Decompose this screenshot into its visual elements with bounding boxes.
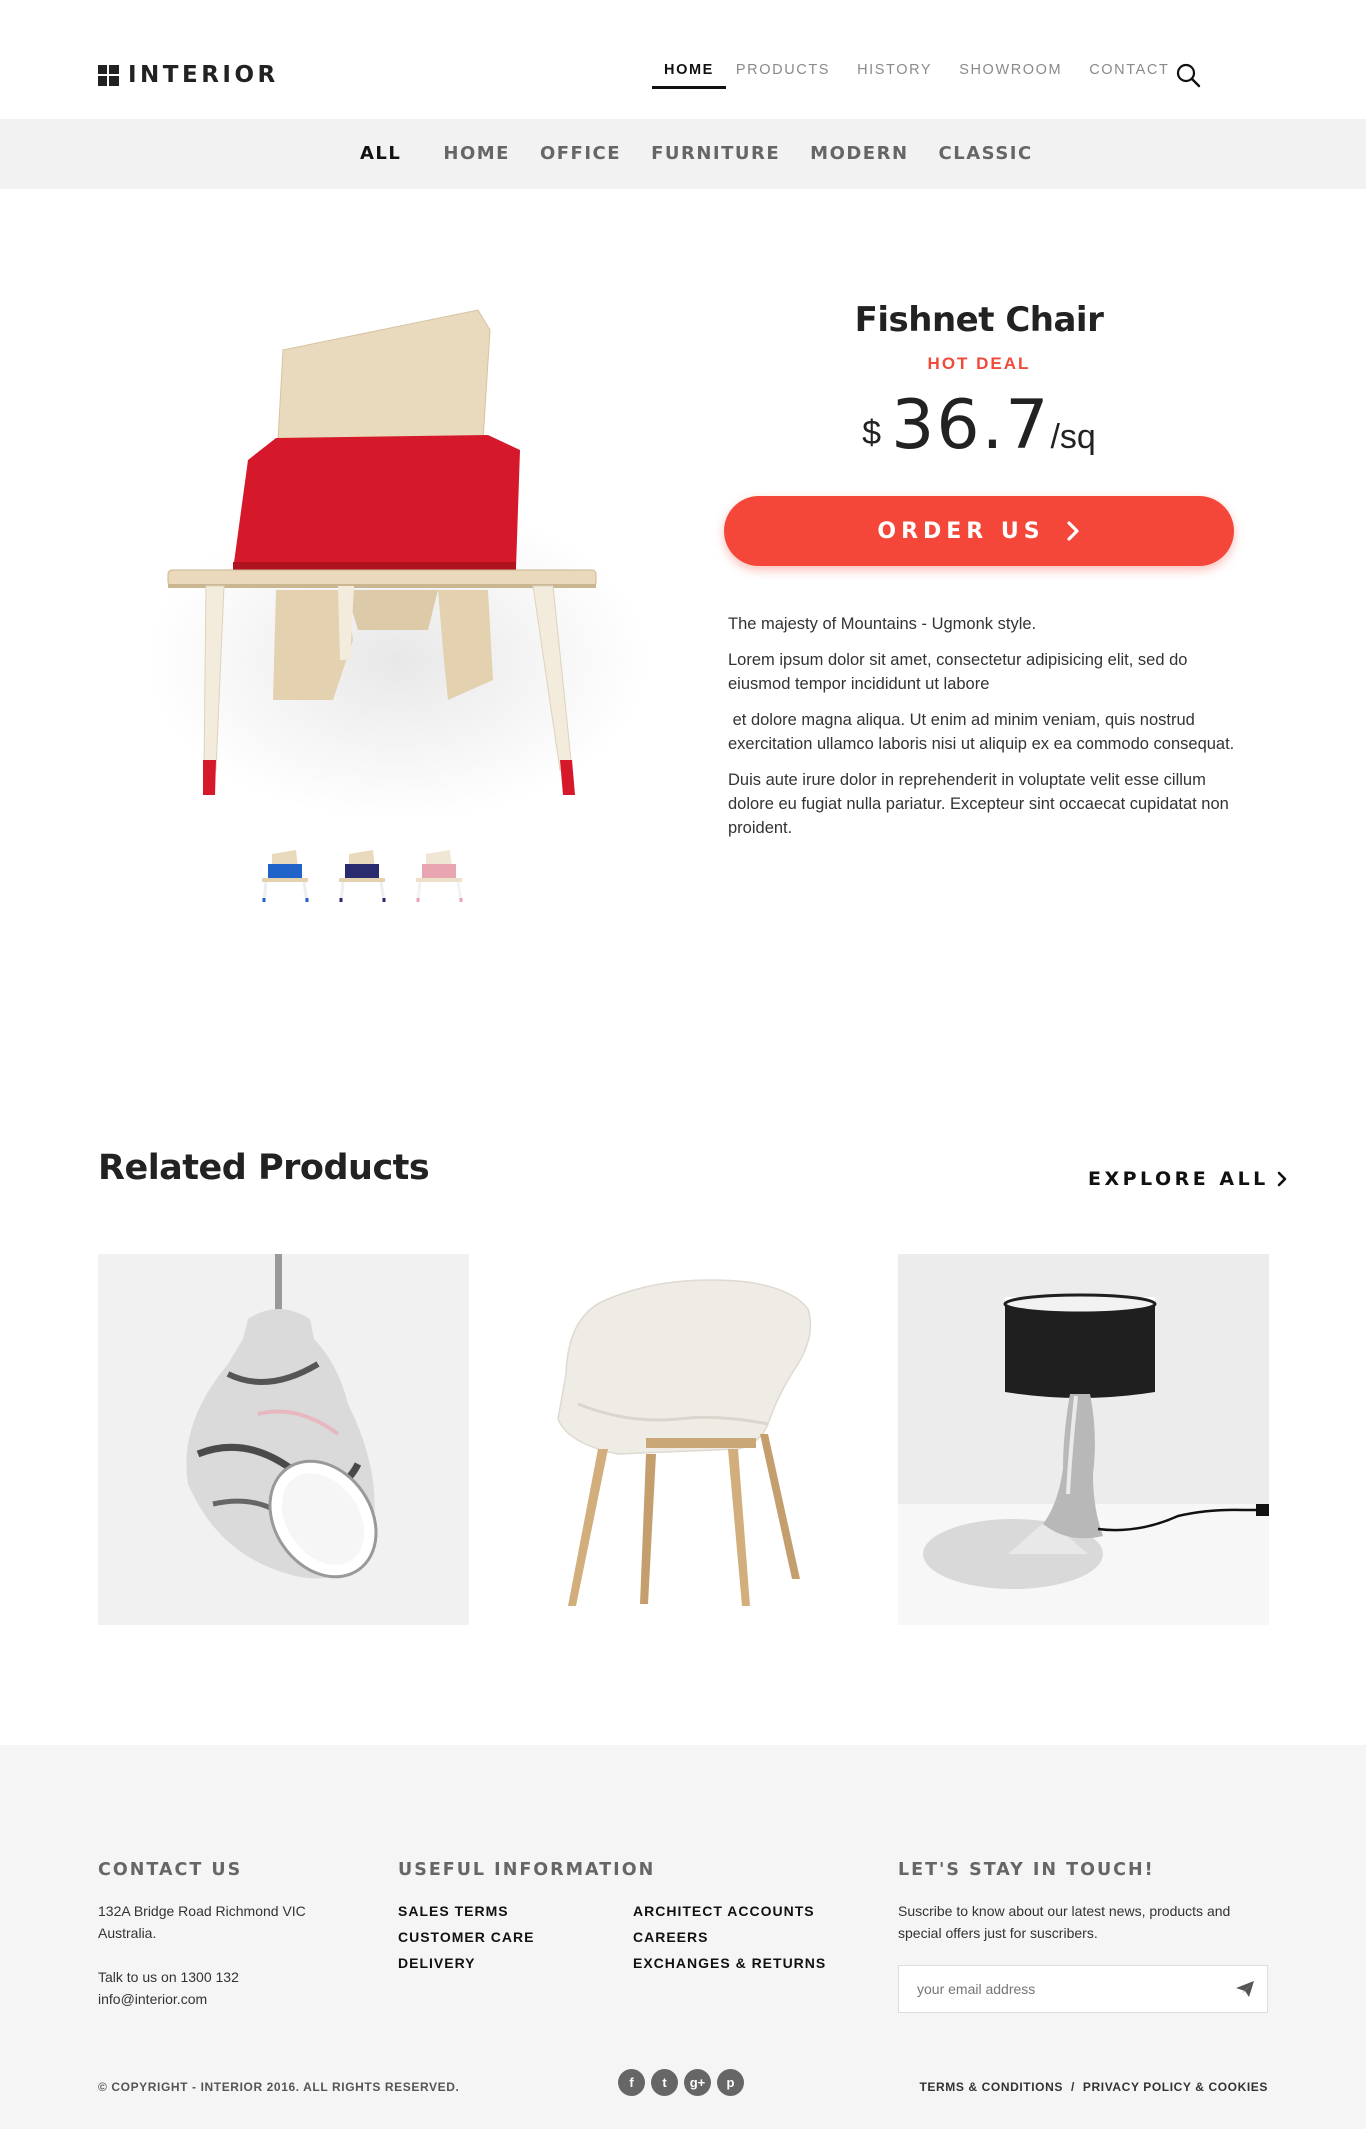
nav-contact[interactable]: CONTACT <box>1089 62 1169 78</box>
footer-link-exchanges-returns[interactable]: EXCHANGES & RETURNS <box>633 1955 826 1971</box>
order-button[interactable]: ORDER US <box>724 496 1234 566</box>
thumbnail-navy[interactable] <box>331 840 393 912</box>
footer-link-customer-care[interactable]: CUSTOMER CARE <box>398 1929 534 1945</box>
logo[interactable]: INTERIOR <box>98 62 279 88</box>
nav-history[interactable]: HISTORY <box>857 62 932 78</box>
contact-phone[interactable]: Talk to us on 1300 132 <box>98 1966 239 1988</box>
hot-deal-badge: HOT DEAL <box>927 354 1031 373</box>
category-filter-bar: ALL HOME OFFICE FURNITURE MODERN CLASSIC <box>0 119 1366 189</box>
contact-heading: CONTACT US <box>98 1860 243 1880</box>
facebook-icon[interactable]: f <box>618 2069 645 2096</box>
category-classic[interactable]: CLASSIC <box>939 143 1033 164</box>
product-description: The majesty of Mountains - Ugmonk style.… <box>728 612 1238 852</box>
description-paragraph: et dolore magna aliqua. Ut enim ad minim… <box>728 711 1235 753</box>
category-all[interactable]: ALL <box>360 143 401 164</box>
product-title: Fishnet Chair <box>854 300 1104 340</box>
explore-all-link[interactable]: EXPLORE ALL <box>1088 1168 1287 1190</box>
contact-address-line: Australia. <box>98 1925 157 1941</box>
terms-link[interactable]: TERMS & CONDITIONS <box>919 2080 1062 2094</box>
contact-email[interactable]: info@interior.com <box>98 1988 207 2010</box>
related-product-table-lamp[interactable] <box>898 1254 1269 1625</box>
product-main-image <box>98 300 668 820</box>
thumbnail-blue[interactable] <box>254 840 316 912</box>
google-plus-icon[interactable]: g+ <box>684 2069 711 2096</box>
related-products-heading: Related Products <box>98 1148 430 1188</box>
contact-address-line: 132A Bridge Road Richmond VIC <box>98 1903 306 1919</box>
newsletter-text: Suscribe to know about our latest news, … <box>898 1903 1231 1919</box>
footer-link-careers[interactable]: CAREERS <box>633 1929 708 1945</box>
site-footer: CONTACT US 132A Bridge Road Richmond VIC… <box>0 1745 1366 2129</box>
footer-link-delivery[interactable]: DELIVERY <box>398 1955 476 1971</box>
nav-home[interactable]: HOME <box>652 62 726 89</box>
main-nav: HOME PRODUCTS HISTORY SHOWROOM CONTACT <box>652 62 1196 89</box>
thumbnail-pink[interactable] <box>408 840 470 912</box>
email-input[interactable] <box>899 1981 1223 1997</box>
copyright-text: © COPYRIGHT - INTERIOR 2016. ALL RIGHTS … <box>98 2080 460 2094</box>
newsletter-form <box>898 1965 1268 2013</box>
chevron-right-icon <box>1067 521 1079 541</box>
nav-products[interactable]: PRODUCTS <box>736 62 830 78</box>
price-currency: $ <box>862 414 882 452</box>
category-modern[interactable]: MODERN <box>810 143 908 164</box>
search-icon[interactable] <box>1175 62 1201 88</box>
nav-showroom[interactable]: SHOWROOM <box>959 62 1062 78</box>
price-amount: 36.7 <box>891 386 1051 465</box>
footer-link-sales-terms[interactable]: SALES TERMS <box>398 1903 509 1919</box>
description-paragraph: Lorem ipsum dolor sit amet, consectetur … <box>728 651 1188 693</box>
site-header: INTERIOR HOME PRODUCTS HISTORY SHOWROOM … <box>0 0 1366 119</box>
twitter-icon[interactable]: t <box>651 2069 678 2096</box>
description-paragraph: Duis aute irure dolor in reprehenderit i… <box>728 771 1229 837</box>
product-thumbnails <box>254 840 485 912</box>
product-info: Fishnet Chair HOT DEAL $36.7/sq <box>724 300 1234 465</box>
social-links: f t g+ p <box>618 2069 750 2096</box>
pinterest-icon[interactable]: p <box>717 2069 744 2096</box>
legal-separator: / <box>1070 2080 1075 2094</box>
footer-link-architect-accounts[interactable]: ARCHITECT ACCOUNTS <box>633 1903 815 1919</box>
product-price: $36.7/sq <box>724 386 1234 465</box>
chevron-right-icon <box>1277 1171 1287 1187</box>
send-icon[interactable] <box>1223 1966 1267 2012</box>
logo-icon <box>98 64 119 86</box>
order-button-label: ORDER US <box>877 518 1045 544</box>
related-product-shell-chair[interactable] <box>498 1254 869 1625</box>
category-office[interactable]: OFFICE <box>540 143 621 164</box>
logo-text: INTERIOR <box>128 62 279 88</box>
newsletter-text: special offers just for suscribers. <box>898 1925 1098 1941</box>
related-product-pendant-lamp[interactable] <box>98 1254 469 1625</box>
explore-all-label: EXPLORE ALL <box>1088 1168 1269 1190</box>
legal-links: TERMS & CONDITIONS / PRIVACY POLICY & CO… <box>919 2080 1268 2094</box>
description-tagline: The majesty of Mountains - Ugmonk style. <box>728 615 1037 633</box>
newsletter-heading: LET'S STAY IN TOUCH! <box>898 1860 1155 1880</box>
privacy-link[interactable]: PRIVACY POLICY & COOKIES <box>1083 2080 1268 2094</box>
category-furniture[interactable]: FURNITURE <box>651 143 780 164</box>
category-home[interactable]: HOME <box>443 143 510 164</box>
useful-info-heading: USEFUL INFORMATION <box>398 1860 656 1880</box>
price-unit: /sq <box>1050 418 1096 456</box>
